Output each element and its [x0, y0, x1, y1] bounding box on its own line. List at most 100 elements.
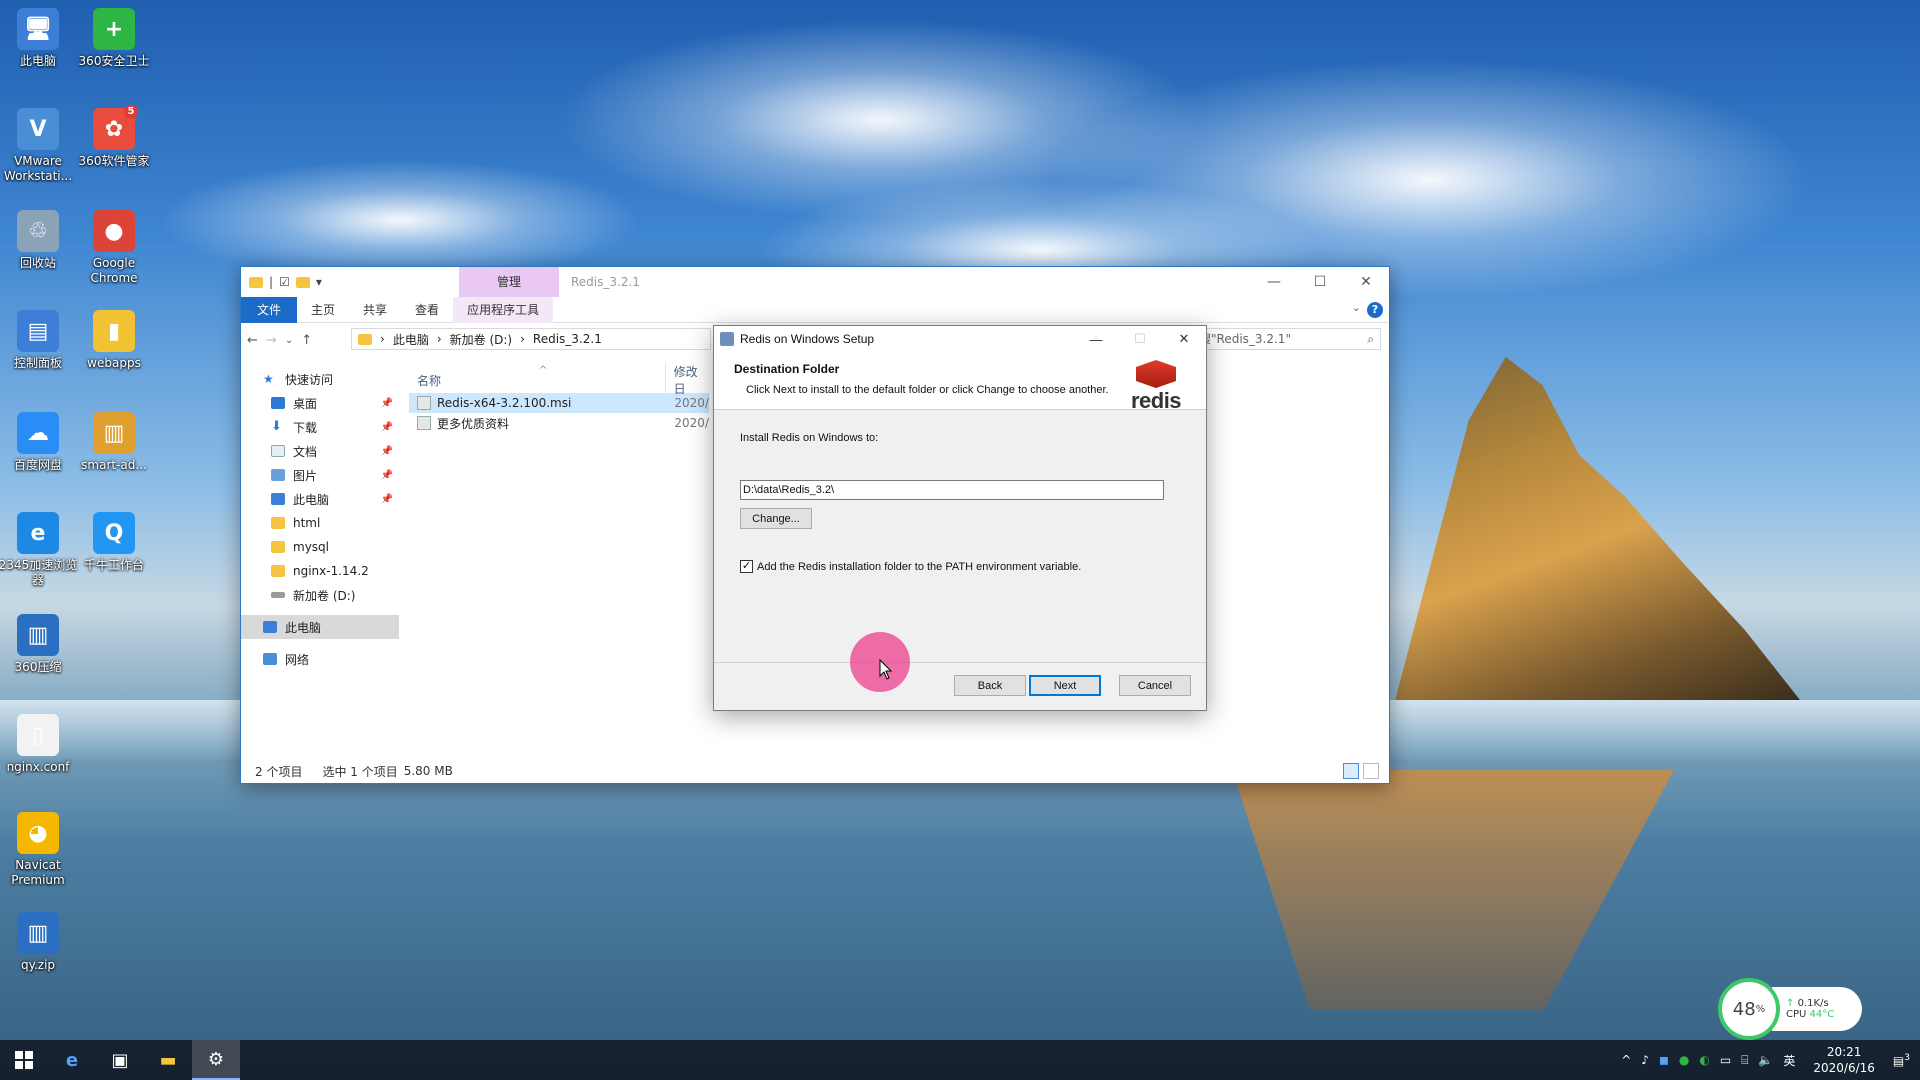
wechat-tray-icon[interactable]: ◐ [1699, 1053, 1709, 1067]
breadcrumb-this-pc[interactable]: 此电脑 [393, 331, 429, 348]
clock[interactable]: 20:21 2020/6/16 [1813, 1044, 1875, 1076]
download-icon: ⬇ [271, 419, 282, 434]
nav-item-desktop[interactable]: 桌面 📌 [241, 391, 399, 415]
desktop-icon[interactable]: ✿ 5 360软件管家 [74, 105, 154, 169]
large-icons-view-icon[interactable] [1363, 763, 1379, 779]
ime-indicator[interactable]: 英 [1783, 1052, 1795, 1069]
desktop-icon[interactable]: ▤ 控制面板 [0, 310, 78, 371]
nav-item-this-pc-pinned[interactable]: 此电脑 📌 [241, 487, 399, 511]
taskbar-installer[interactable]: ⚙ [192, 1040, 240, 1080]
taskbar-file-explorer[interactable]: ▬ [144, 1040, 192, 1080]
back-button[interactable]: Back [954, 675, 1026, 696]
computer-icon [271, 493, 285, 505]
start-button[interactable] [0, 1040, 48, 1080]
close-button[interactable]: ✕ [1343, 267, 1389, 297]
up-arrow-icon[interactable]: ↑ [301, 333, 312, 348]
pin-icon: 📌 [380, 469, 393, 481]
notification-icon[interactable]: ▤3 [1893, 1053, 1910, 1068]
chevron-up-icon[interactable]: ^ [1621, 1053, 1631, 1067]
nav-network[interactable]: 网络 [241, 647, 399, 671]
nav-item-label: 此电脑 [293, 492, 330, 507]
nav-this-pc[interactable]: 此电脑 [241, 615, 399, 639]
app-tray-icon[interactable]: ◼ [1659, 1053, 1669, 1067]
details-view-icon[interactable] [1343, 763, 1359, 779]
nav-item-drive-d[interactable]: 新加卷 (D:) [241, 583, 399, 607]
tab-share[interactable]: 共享 [349, 297, 401, 323]
change-button[interactable]: Change... [740, 508, 812, 529]
chevron-down-icon[interactable]: ⌄ [1352, 301, 1361, 314]
desktop-icon[interactable]: ▮ webapps [74, 310, 154, 371]
360-tray-icon[interactable]: ● [1679, 1053, 1689, 1067]
minimize-button[interactable]: — [1251, 267, 1297, 297]
search-input[interactable]: 搜"Redis_3.2.1" ⌕ [1196, 328, 1381, 350]
dropdown-icon[interactable]: ▾ [316, 275, 322, 289]
tab-application-tools[interactable]: 应用程序工具 [453, 296, 554, 323]
help-icon[interactable]: ? [1367, 302, 1383, 318]
desktop-icon[interactable]: ▯ nginx.conf [0, 714, 78, 775]
next-button[interactable]: Next [1029, 675, 1101, 696]
taskbar-computer[interactable]: ▣ [96, 1040, 144, 1080]
nav-item-documents[interactable]: 文档 📌 [241, 439, 399, 463]
add-to-path-checkbox[interactable]: ✓ Add the Redis installation folder to t… [740, 560, 1081, 573]
back-arrow-icon[interactable]: ← [247, 333, 258, 348]
desktop-icon[interactable]: ▥ smart-ad... [74, 412, 154, 473]
chevron-right-icon[interactable]: › [437, 332, 442, 346]
tab-home[interactable]: 主页 [297, 297, 349, 323]
properties-icon[interactable]: ☑ [279, 275, 290, 289]
volume-muted-icon[interactable]: 🔈 [1758, 1053, 1773, 1067]
minimize-button[interactable]: — [1074, 326, 1118, 352]
nav-item-mysql[interactable]: mysql [241, 535, 399, 559]
new-folder-icon[interactable] [295, 276, 310, 288]
maximize-button[interactable]: ☐ [1297, 267, 1343, 297]
chevron-right-icon[interactable]: › [520, 332, 525, 346]
app-icon: ▥ [17, 614, 59, 656]
forward-arrow-icon[interactable]: → [266, 333, 277, 348]
bell-icon[interactable]: ♪ [1641, 1053, 1649, 1067]
breadcrumb-drive-d[interactable]: 新加卷 (D:) [450, 331, 512, 348]
nav-quick-access[interactable]: ★ 快速访问 [241, 367, 399, 391]
desktop-icon[interactable]: ● Google Chrome [74, 210, 154, 286]
file-row-resources[interactable]: 更多优质资料 2020/ [409, 413, 709, 433]
memory-usage-gauge[interactable]: 48% [1718, 978, 1780, 1040]
install-path-input[interactable] [740, 480, 1164, 500]
desktop-icon[interactable]: ♲ 回收站 [0, 210, 78, 271]
nav-item-label: 图片 [293, 468, 318, 483]
desktop-icon[interactable]: ▥ qy.zip [0, 912, 78, 973]
search-icon: ⌕ [1367, 332, 1374, 346]
network-icon[interactable]: ⌸ [1741, 1053, 1748, 1068]
desktop-icon[interactable]: +360安全卫士 [74, 8, 154, 69]
breadcrumb-redis-folder[interactable]: Redis_3.2.1 [533, 332, 602, 346]
desktop-icon[interactable]: ◕ Navicat Premium [0, 812, 78, 888]
nav-item-label: mysql [293, 540, 329, 554]
performance-widget[interactable]: 48% ↑ 0.1K/s CPU 44°C [1718, 978, 1862, 1040]
tablet-icon[interactable]: ▭ [1720, 1053, 1731, 1067]
file-list: ^ 名称 修改日 Redis-x64-3.2.100.msi 2020/ 更多优… [409, 363, 709, 433]
column-name[interactable]: 名称 [409, 372, 665, 389]
address-bar[interactable]: › 此电脑 › 新加卷 (D:) › Redis_3.2.1 [351, 328, 711, 350]
tab-view[interactable]: 查看 [401, 297, 453, 323]
nav-item-pictures[interactable]: 图片 📌 [241, 463, 399, 487]
folder-icon [271, 565, 285, 577]
desktop-icon[interactable]: ☁ 百度网盘 [0, 412, 78, 473]
nav-item-nginx[interactable]: nginx-1.14.2 [241, 559, 399, 583]
dialog-title-bar[interactable]: Redis on Windows Setup — ☐ ✕ [714, 326, 1206, 352]
column-date[interactable]: 修改日 [664, 363, 709, 397]
nav-item-html[interactable]: html [241, 511, 399, 535]
explorer-title-bar[interactable]: | ☑ ▾ 管理 Redis_3.2.1 — ☐ ✕ [241, 267, 1389, 297]
recent-dropdown-icon[interactable]: ⌄ [285, 335, 293, 346]
checkmark-icon[interactable]: ✓ [740, 560, 753, 573]
desktop-icon[interactable]: 🖥 此电脑 [0, 8, 78, 69]
taskbar-browser[interactable]: e [48, 1040, 96, 1080]
close-button[interactable]: ✕ [1162, 326, 1206, 352]
cancel-button[interactable]: Cancel [1119, 675, 1191, 696]
desktop-icon[interactable]: e 2345加速浏览器 [0, 512, 78, 588]
desktop-icon[interactable]: Q 千牛工作台 [74, 512, 154, 573]
perf-detail-panel: ↑ 0.1K/s CPU 44°C [1772, 987, 1862, 1031]
desktop-icon[interactable]: ▥ 360压缩 [0, 614, 78, 675]
desktop-icon[interactable]: V VMware Workstati... [0, 108, 78, 184]
app-icon: ▯ [17, 714, 59, 756]
tab-file[interactable]: 文件 [241, 296, 298, 323]
nav-item-downloads[interactable]: ⬇ 下载 📌 [241, 415, 399, 439]
manage-context-tab[interactable]: 管理 [459, 267, 559, 297]
view-switcher [1343, 763, 1379, 779]
